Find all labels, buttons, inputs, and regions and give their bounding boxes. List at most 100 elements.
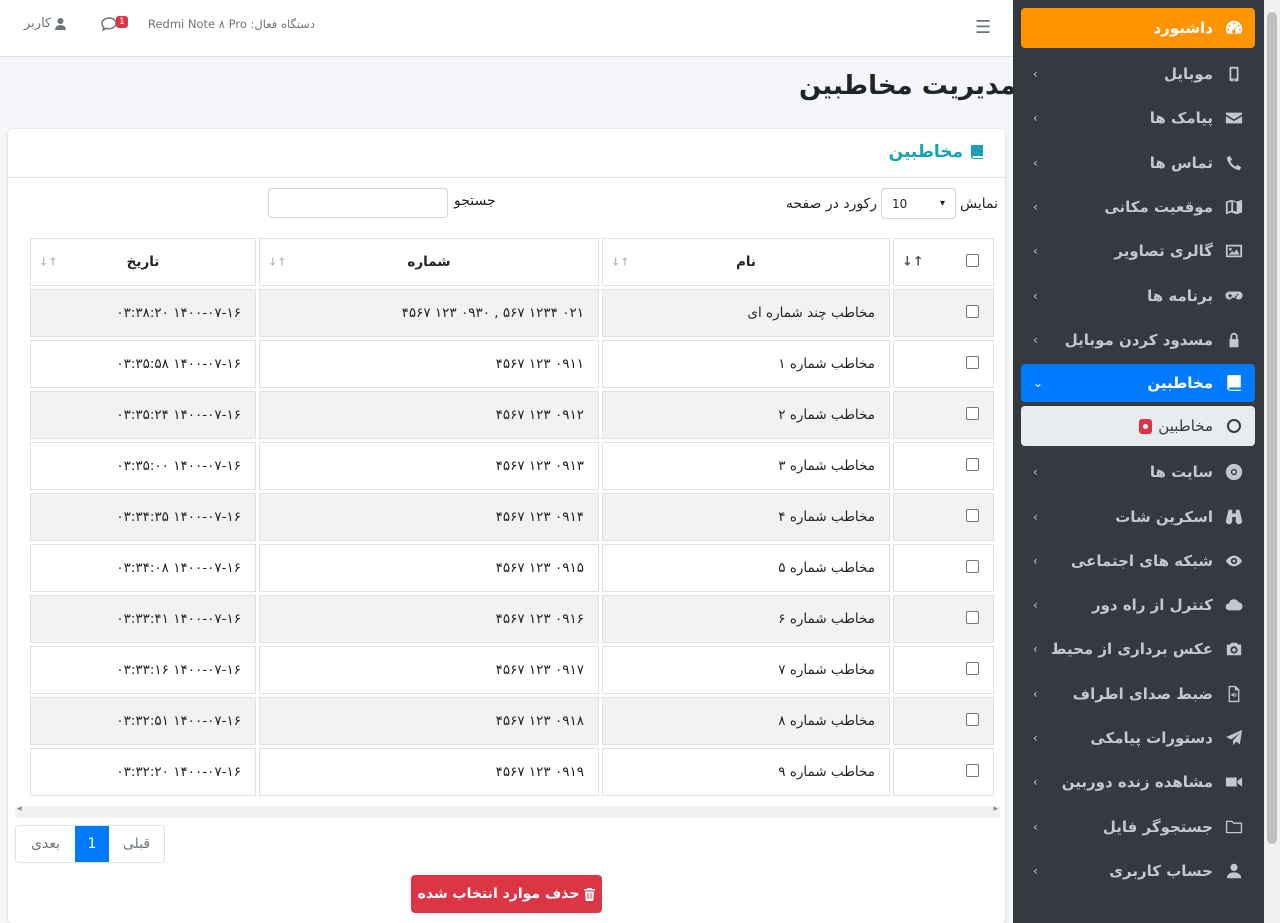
row-checkbox[interactable] — [966, 559, 979, 573]
chevron-down-icon: ▾ — [939, 198, 945, 209]
chevron-left-icon: ‹ — [1033, 509, 1038, 524]
row-checkbox[interactable] — [966, 763, 979, 777]
page-length-control: نمایش 10 ▾ رکورد در صفحه — [786, 188, 998, 219]
chevron-left-icon: ‹ — [1033, 244, 1038, 259]
sidebar-item-lock-mobile[interactable]: مسدود کردن موبایل ‹ — [1021, 318, 1255, 362]
sort-icon[interactable]: ↑↓ — [902, 255, 924, 270]
sidebar-item-label: سایت ها — [1149, 463, 1213, 482]
contact-date: ۱۴۰۰-۰۷-۱۶ ۰۳:۳۵:۰۰ — [30, 442, 256, 490]
contact-name: مخاطب شماره ۷ — [602, 646, 890, 694]
table-row: مخاطب شماره ۱ ۰۹۱۱ ۱۲۳ ۴۵۶۷ ۱۴۰۰-۰۷-۱۶ ۰… — [30, 340, 994, 388]
sidebar-item-websites[interactable]: سایت ها ‹ — [1021, 450, 1255, 494]
sidebar-item-gallery[interactable]: گالری تصاویر ‹ — [1021, 229, 1255, 273]
circle-icon — [1227, 419, 1241, 434]
sidebar-item-camera-capture[interactable]: عکس برداری از محیط ‹ — [1021, 627, 1255, 671]
sidebar-item-remote-control[interactable]: کنترل از راه دور ‹ — [1021, 583, 1255, 627]
table-row: مخاطب شماره ۸ ۰۹۱۸ ۱۲۳ ۴۵۶۷ ۱۴۰۰-۰۷-۱۶ ۰… — [30, 697, 994, 745]
sidebar-nav: داشبورد موبایل ‹ پیامک ها ‹ تماس ها ‹ مو… — [1021, 8, 1255, 893]
row-checkbox[interactable] — [966, 508, 979, 522]
chat-icon — [101, 17, 117, 32]
sidebar-item-screenshot[interactable]: اسکرین شات ‹ — [1021, 494, 1255, 538]
contacts-table: ↑↓ نام ↑↓ شماره ↑↓ تاریخ ↑↓ مخاطب چند شماره… — [27, 235, 997, 799]
contact-name: مخاطب چند شماره ای — [602, 289, 890, 337]
table-row: مخاطب شماره ۲ ۰۹۱۲ ۱۲۳ ۴۵۶۷ ۱۴۰۰-۰۷-۱۶ ۰… — [30, 391, 994, 439]
contact-name: مخاطب شماره ۹ — [602, 748, 890, 796]
select-all-header[interactable]: ↑↓ — [893, 238, 994, 286]
sidebar-item-label: مشاهده زنده دوربین — [1061, 773, 1213, 792]
chevron-left-icon: ‹ — [1033, 67, 1038, 82]
lock-icon — [1229, 332, 1239, 348]
sidebar-item-dashboard[interactable]: داشبورد — [1021, 8, 1255, 48]
row-checkbox[interactable] — [966, 406, 979, 420]
row-checkbox[interactable] — [966, 610, 979, 624]
search-label: جستجو — [454, 193, 496, 209]
sort-icon: ↑↓ — [611, 255, 630, 269]
search-input[interactable] — [268, 188, 448, 218]
folder-icon — [1225, 820, 1243, 833]
contacts-card: مخاطبین نمایش 10 ▾ رکورد در صفحه جستجو ↑… — [8, 129, 1005, 923]
delete-selected-button[interactable]: حذف موارد انتخاب شده — [411, 875, 602, 913]
contact-number: ۰۹۱۱ ۱۲۳ ۴۵۶۷ — [259, 340, 599, 388]
sidebar-item-calls[interactable]: تماس ها ‹ — [1021, 141, 1255, 185]
sidebar-item-label: موقعیت مکانی — [1104, 198, 1213, 217]
hamburger-menu-icon[interactable]: ☰ — [975, 17, 991, 38]
chevron-left-icon: ‹ — [1033, 465, 1038, 480]
delete-selected-label: حذف موارد انتخاب شده — [417, 886, 580, 902]
sidebar-item-label: حساب کاربری — [1109, 861, 1213, 880]
scrollbar-thumb[interactable] — [1267, 12, 1277, 844]
sidebar-item-apps[interactable]: برنامه ها ‹ — [1021, 273, 1255, 317]
sidebar-item-sms-commands[interactable]: دستورات پیامکی ‹ — [1021, 716, 1255, 760]
column-number[interactable]: شماره ↑↓ — [259, 238, 599, 286]
column-date[interactable]: تاریخ ↑↓ — [30, 238, 256, 286]
page-length-select[interactable]: 10 ▾ — [880, 188, 956, 219]
card-header: مخاطبین — [8, 129, 1005, 178]
contact-name: مخاطب شماره ۵ — [602, 544, 890, 592]
sidebar-item-live-camera[interactable]: مشاهده زنده دوربین ‹ — [1021, 760, 1255, 804]
chevron-left-icon: ‹ — [1033, 332, 1038, 347]
contact-name: مخاطب شماره ۸ — [602, 697, 890, 745]
row-checkbox[interactable] — [966, 712, 979, 726]
chevron-left-icon: ‹ — [1033, 111, 1038, 126]
sidebar-scrollbar[interactable] — [1264, 0, 1280, 923]
video-icon — [1225, 777, 1243, 787]
select-all-checkbox[interactable] — [966, 253, 979, 267]
pagination-next-button[interactable]: بعدی — [16, 826, 75, 862]
table-row: مخاطب شماره ۵ ۰۹۱۵ ۱۲۳ ۴۵۶۷ ۱۴۰۰-۰۷-۱۶ ۰… — [30, 544, 994, 592]
user-label: کاربر — [24, 16, 52, 31]
mobile-icon — [1229, 66, 1239, 82]
sidebar-item-label: ضبط صدای اطراف — [1072, 684, 1213, 703]
horizontal-scrollbar[interactable] — [15, 804, 1000, 818]
messages-button[interactable]: 1 — [101, 16, 128, 35]
card-title: مخاطبین — [889, 142, 985, 162]
column-name[interactable]: نام ↑↓ — [602, 238, 890, 286]
contact-number: ۰۹۱۸ ۱۲۳ ۴۵۶۷ — [259, 697, 599, 745]
row-checkbox[interactable] — [966, 661, 979, 675]
sidebar-item-mobile[interactable]: موبایل ‹ — [1021, 52, 1255, 96]
row-checkbox[interactable] — [966, 304, 979, 318]
row-checkbox[interactable] — [966, 457, 979, 471]
active-device-label: دستگاه فعال: Redmi Note ۸ Pro — [148, 17, 316, 31]
chevron-left-icon: ‹ — [1033, 598, 1038, 613]
sidebar-item-account[interactable]: حساب کاربری ‹ — [1021, 849, 1255, 893]
sidebar-item-location[interactable]: موقعیت مکانی ‹ — [1021, 185, 1255, 229]
eye-icon — [1225, 555, 1243, 567]
sidebar-item-label: تماس ها — [1149, 153, 1213, 172]
table-row: مخاطب شماره ۶ ۰۹۱۶ ۱۲۳ ۴۵۶۷ ۱۴۰۰-۰۷-۱۶ ۰… — [30, 595, 994, 643]
trash-icon — [584, 887, 596, 901]
chevron-left-icon: ‹ — [1033, 288, 1038, 303]
pagination-prev-button[interactable]: قبلی — [109, 826, 164, 862]
row-checkbox[interactable] — [966, 355, 979, 369]
sidebar-item-label: مسدود کردن موبایل — [1064, 330, 1213, 349]
sidebar-item-contacts[interactable]: مخاطبین ⌄ — [1021, 364, 1255, 403]
sidebar-subitem-contacts[interactable]: مخاطبین — [1021, 406, 1255, 447]
contact-date: ۱۴۰۰-۰۷-۱۶ ۰۳:۳۲:۵۱ — [30, 697, 256, 745]
sidebar-item-file-explorer[interactable]: جستجوگر فایل ‹ — [1021, 804, 1255, 848]
sidebar-item-sms[interactable]: پیامک ها ‹ — [1021, 96, 1255, 140]
sidebar-item-audio-record[interactable]: ضبط صدای اطراف ‹ — [1021, 672, 1255, 716]
sidebar-item-social[interactable]: شبکه های اجتماعی ‹ — [1021, 539, 1255, 583]
pagination-page-1[interactable]: 1 — [75, 826, 109, 862]
table-row: مخاطب شماره ۷ ۰۹۱۷ ۱۲۳ ۴۵۶۷ ۱۴۰۰-۰۷-۱۶ ۰… — [30, 646, 994, 694]
page-title: مدیریت مخاطبین — [799, 71, 1017, 101]
sidebar-item-label: جستجوگر فایل — [1102, 817, 1213, 836]
user-menu[interactable]: کاربر — [24, 16, 67, 31]
